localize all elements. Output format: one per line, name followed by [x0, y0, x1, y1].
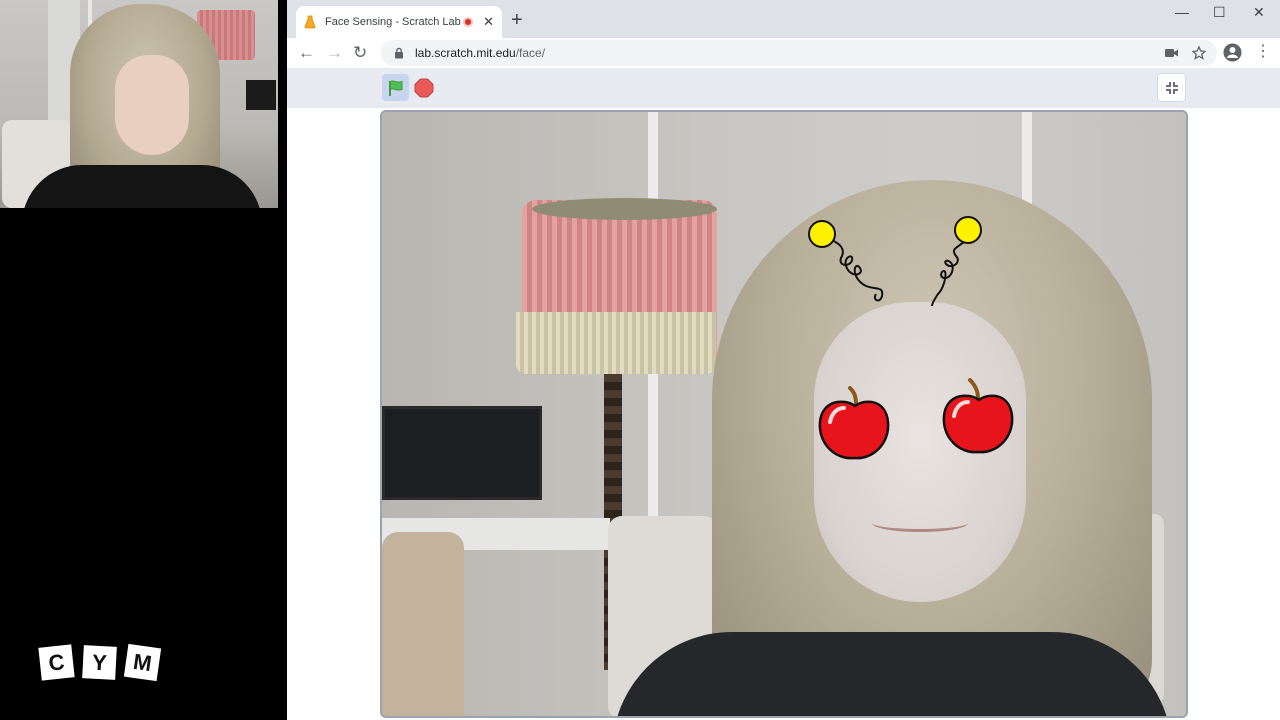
- close-window-button[interactable]: ✕: [1253, 4, 1265, 21]
- browser-toolbar: ← → ↻ lab.scratch.mit.edu/face/ ⋮: [287, 38, 1280, 68]
- browser-menu-button[interactable]: ⋮: [1255, 43, 1271, 61]
- tab-close-icon[interactable]: ✕: [483, 14, 494, 30]
- webcam-monitor: [246, 80, 276, 110]
- presenter-panel: C Y M: [0, 0, 287, 720]
- reload-button[interactable]: ↻: [353, 43, 367, 63]
- url-host: lab.scratch.mit.edu: [415, 46, 516, 60]
- apple-right-sprite[interactable]: [940, 378, 1018, 458]
- webcam-presenter-body: [22, 165, 262, 208]
- webcam-presenter-face: [115, 55, 189, 155]
- logo-tile: M: [123, 643, 162, 682]
- tab-face-sensing[interactable]: Face Sensing - Scratch Lab ✕: [296, 6, 502, 38]
- tab-bar: Face Sensing - Scratch Lab ✕ + — ☐ ✕: [287, 0, 1280, 38]
- video-monitor: [382, 406, 542, 500]
- star-icon[interactable]: [1192, 46, 1206, 60]
- recording-indicator-icon: [463, 17, 474, 27]
- camera-icon[interactable]: [1165, 47, 1179, 59]
- apple-left-sprite[interactable]: [816, 386, 894, 466]
- scratch-lab-icon: [304, 15, 316, 29]
- forward-button[interactable]: →: [326, 43, 343, 63]
- video-lamp-fringe: [516, 312, 716, 374]
- logo-tile: Y: [82, 645, 117, 680]
- exit-fullscreen-icon: [1165, 81, 1178, 94]
- green-flag-icon: [388, 79, 402, 96]
- antenna-left-sprite[interactable]: [806, 216, 890, 308]
- logo-tile: C: [38, 644, 75, 681]
- minimize-button[interactable]: —: [1175, 4, 1189, 20]
- cym-logo: C Y M: [38, 643, 162, 682]
- browser-window: Face Sensing - Scratch Lab ✕ + — ☐ ✕ ← →…: [287, 0, 1280, 720]
- green-flag-button[interactable]: [382, 74, 409, 101]
- antenna-right-sprite[interactable]: [928, 212, 988, 308]
- video-lamp-shade-top: [532, 198, 717, 220]
- new-tab-button[interactable]: +: [511, 10, 523, 30]
- profile-avatar-icon[interactable]: [1223, 43, 1242, 62]
- url-path: /face/: [515, 46, 546, 60]
- video-person-body: [612, 632, 1172, 716]
- stop-icon[interactable]: [414, 78, 434, 98]
- maximize-button[interactable]: ☐: [1213, 4, 1226, 21]
- presenter-webcam-feed: [0, 0, 278, 208]
- tab-title: Face Sensing - Scratch Lab: [325, 16, 461, 28]
- back-button[interactable]: ←: [298, 43, 315, 63]
- scratch-controls-bar: [287, 68, 1280, 108]
- scratch-stage[interactable]: [380, 110, 1188, 718]
- lock-icon[interactable]: [393, 47, 405, 59]
- video-chair: [382, 532, 464, 716]
- address-bar[interactable]: lab.scratch.mit.edu/face/: [381, 40, 1217, 66]
- video-person-mouth: [872, 514, 968, 532]
- screen: C Y M Face Sensing - Scratch Lab ✕ + — ☐…: [0, 0, 1280, 720]
- exit-fullscreen-button[interactable]: [1157, 73, 1186, 102]
